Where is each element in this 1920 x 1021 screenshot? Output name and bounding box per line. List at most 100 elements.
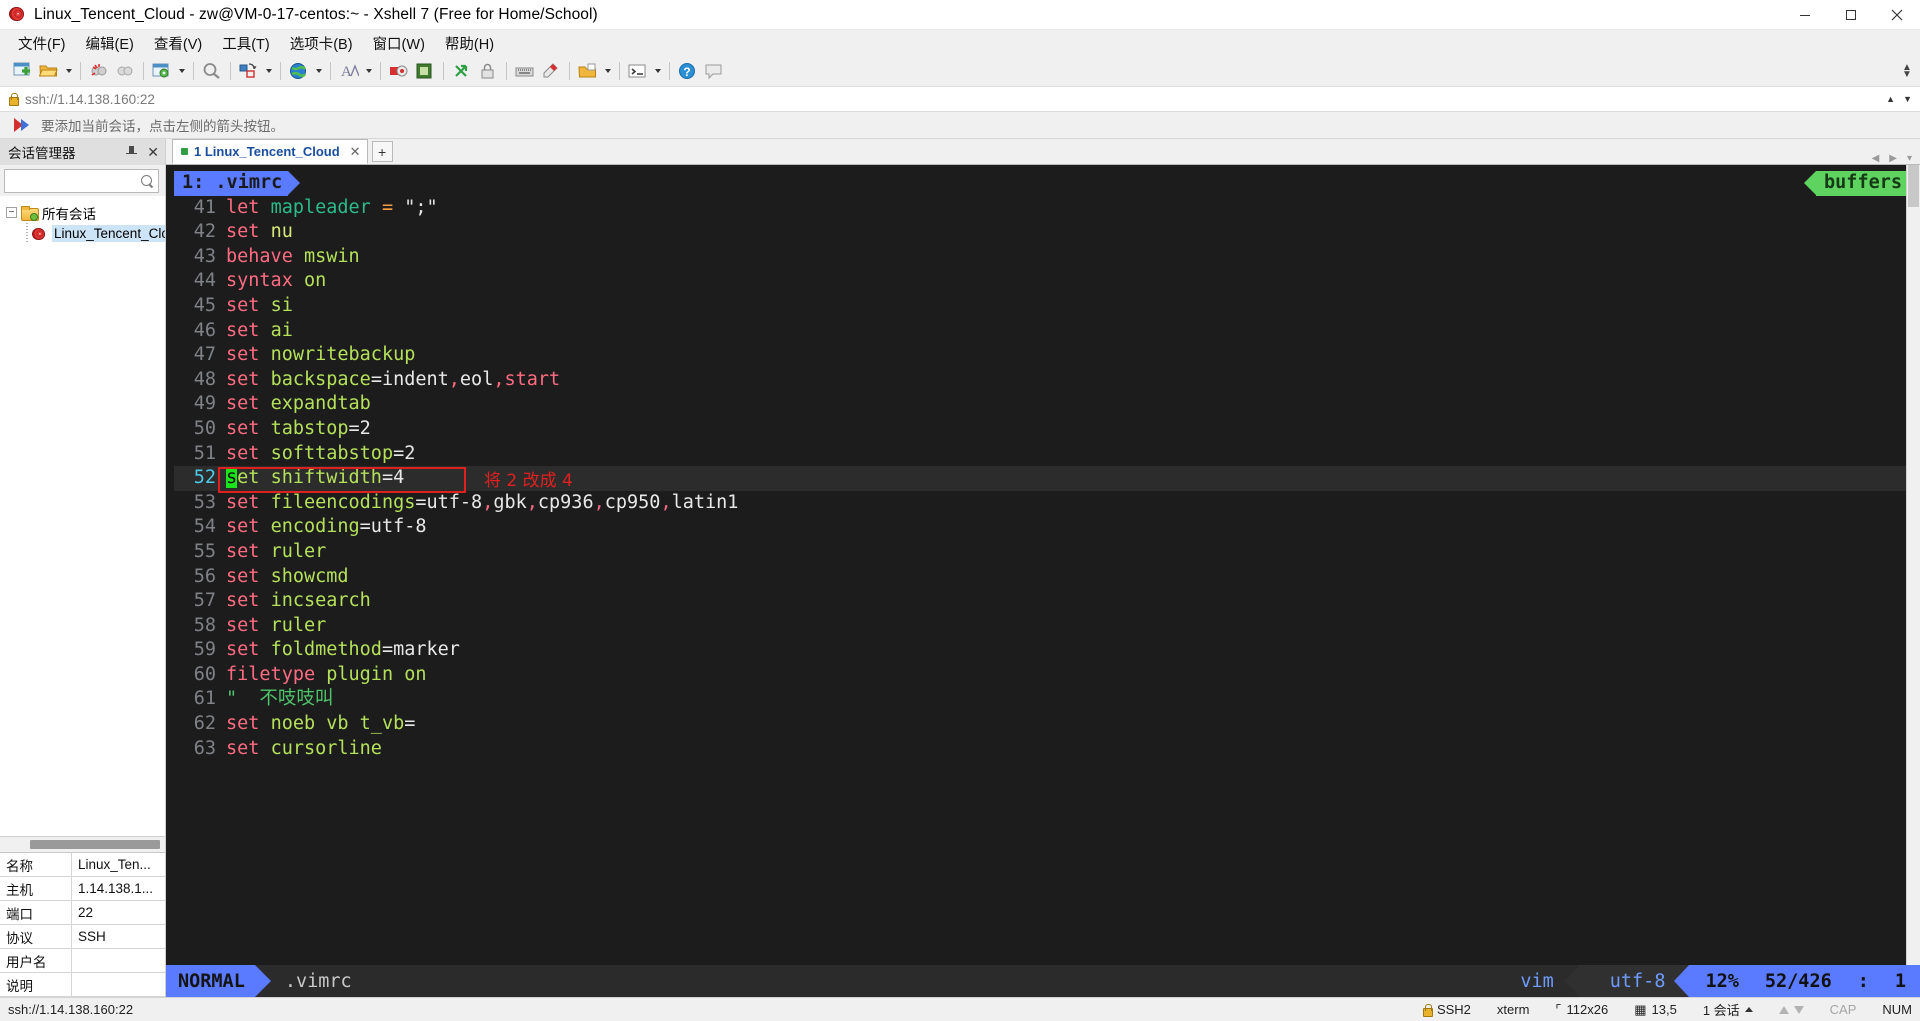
session-properties-icon[interactable] (149, 58, 175, 84)
tab-prev-icon[interactable]: ◀ (1872, 153, 1880, 164)
scrollbar-thumb[interactable] (30, 840, 160, 849)
tab-close-icon[interactable]: ✕ (350, 144, 361, 160)
menu-edit[interactable]: 编辑(E) (82, 30, 144, 57)
code-token: set (226, 442, 271, 464)
scrollbar-thumb[interactable] (1908, 165, 1919, 207)
line-number: 59 (193, 639, 216, 661)
menu-help[interactable]: 帮助(H) (441, 30, 504, 57)
sidebar-horizontal-scrollbar[interactable] (0, 836, 165, 852)
open-folder-icon[interactable] (36, 58, 62, 84)
status-sessions[interactable]: 1 会话 (1703, 1000, 1753, 1019)
line-number: 46 (193, 319, 216, 341)
highlight-icon[interactable] (538, 58, 564, 84)
new-session-icon[interactable] (10, 58, 36, 84)
session-tree[interactable]: − 所有会话 Linux_Tencent_Clo (0, 196, 165, 836)
code-token: cursorline (270, 737, 382, 759)
disconnect-icon[interactable] (86, 58, 112, 84)
compose-dropdown-arrow[interactable] (601, 58, 614, 84)
session-search-box[interactable] (4, 169, 159, 193)
download-arrow-icon (1793, 1005, 1804, 1014)
toolbar-overflow-button[interactable]: ▲ ▼ (1900, 63, 1914, 80)
globe-dropdown-arrow[interactable] (312, 58, 325, 84)
code-token: syntax (226, 270, 304, 292)
code-token: cp936 (537, 491, 594, 513)
record-icon[interactable] (386, 58, 412, 84)
notice-bar: 要添加当前会话，点击左侧的箭头按钮。 (0, 112, 1920, 139)
layout-icon[interactable] (236, 58, 262, 84)
maximize-button[interactable] (1828, 0, 1874, 30)
quick-command-icon[interactable] (625, 58, 651, 84)
toolbar-separator (443, 62, 444, 80)
search-icon[interactable] (141, 174, 154, 188)
code-token: softtabstop (270, 442, 394, 464)
tree-expander-icon[interactable]: − (6, 207, 17, 218)
open-folder-dropdown-arrow[interactable] (62, 58, 75, 84)
lock-icon[interactable] (475, 58, 501, 84)
code-token: =2 (393, 442, 416, 464)
pin-icon[interactable] (126, 145, 138, 159)
menu-tools[interactable]: 工具(T) (218, 30, 280, 57)
line-content: set tabstop=2 (226, 417, 371, 442)
font-icon[interactable]: A (336, 58, 362, 84)
status-protocol-label: SSH2 (1436, 1002, 1471, 1017)
code-token: on (404, 663, 427, 685)
tab-label: 1 Linux_Tencent_Cloud (194, 144, 340, 159)
log-icon[interactable] (412, 58, 438, 84)
compose-icon[interactable] (575, 58, 601, 84)
minimize-button[interactable] (1782, 0, 1828, 30)
session-icon (32, 227, 47, 241)
address-caret-down-icon[interactable]: ▼ (1903, 94, 1912, 104)
screen-size-icon: ⌜ (1555, 1001, 1562, 1017)
tab-status-dot-icon (181, 148, 188, 155)
search-input[interactable] (9, 172, 141, 190)
close-icon[interactable]: ✕ (147, 145, 159, 159)
property-key: 用户名 (0, 949, 72, 972)
transfer-icon[interactable] (449, 58, 475, 84)
terminal-scrollbar[interactable] (1906, 165, 1920, 965)
code-token: latin1 (671, 491, 739, 513)
terminal-line: 55 set ruler (174, 540, 1920, 565)
tab-menu-icon[interactable]: ▾ (1907, 153, 1912, 164)
chevron-up-icon[interactable] (1744, 1007, 1753, 1012)
property-key: 名称 (0, 853, 72, 876)
terminal-screen[interactable]: buffers 1: .vimrc 41 let mapleader = ";" 4… (166, 165, 1920, 965)
menu-file[interactable]: 文件(F) (14, 30, 76, 57)
cursor-position-icon: ▦ (1634, 1001, 1647, 1017)
close-button[interactable] (1874, 0, 1920, 30)
vim-buffer-tagline: 1: .vimrc (174, 170, 1920, 196)
menu-window[interactable]: 窗口(W) (369, 30, 435, 57)
tree-item-label: Linux_Tencent_Clo (52, 225, 165, 242)
reconnect-icon[interactable] (112, 58, 138, 84)
tree-item-linux-tencent-cloud[interactable]: Linux_Tencent_Clo (0, 223, 165, 244)
address-value[interactable]: ssh://1.14.138.160:22 (25, 92, 155, 107)
property-key: 协议 (0, 925, 72, 948)
lock-icon (8, 93, 19, 106)
toolbar-separator (280, 62, 281, 80)
address-bar-controls[interactable]: ▲ ▼ (1886, 94, 1912, 104)
globe-icon[interactable] (286, 58, 312, 84)
find-icon[interactable] (199, 58, 225, 84)
terminal-line: 41 let mapleader = ";" (174, 196, 1920, 221)
xshell-icon (9, 6, 26, 23)
vim-buffer-tag[interactable]: 1: .vimrc (174, 170, 301, 196)
keyboard-icon[interactable] (512, 58, 538, 84)
new-tab-button[interactable]: + (371, 141, 393, 162)
menu-view[interactable]: 查看(V) (150, 30, 212, 57)
font-dropdown-arrow[interactable] (362, 58, 375, 84)
status-caps-lock: CAP (1829, 1002, 1857, 1017)
help-icon[interactable]: ? (675, 58, 701, 84)
vim-column: 1 (1894, 970, 1906, 992)
line-number: 43 (193, 245, 216, 267)
code-token: set (226, 344, 271, 366)
tab-linux-tencent-cloud[interactable]: 1 Linux_Tencent_Cloud ✕ (172, 139, 368, 164)
session-properties-dropdown-arrow[interactable] (175, 58, 188, 84)
address-caret-up-icon[interactable]: ▲ (1886, 94, 1895, 104)
quick-command-dropdown-arrow[interactable] (651, 58, 664, 84)
layout-dropdown-arrow[interactable] (262, 58, 275, 84)
tab-next-icon[interactable]: ▶ (1889, 153, 1897, 164)
address-bar[interactable]: ssh://1.14.138.160:22 ▲ ▼ (0, 86, 1920, 112)
tab-navigation[interactable]: ◀ ▶ ▾ (1872, 153, 1920, 164)
tree-item-all-sessions[interactable]: − 所有会话 (0, 202, 165, 223)
menu-tabs[interactable]: 选项卡(B) (286, 30, 363, 57)
chat-icon[interactable] (701, 58, 727, 84)
